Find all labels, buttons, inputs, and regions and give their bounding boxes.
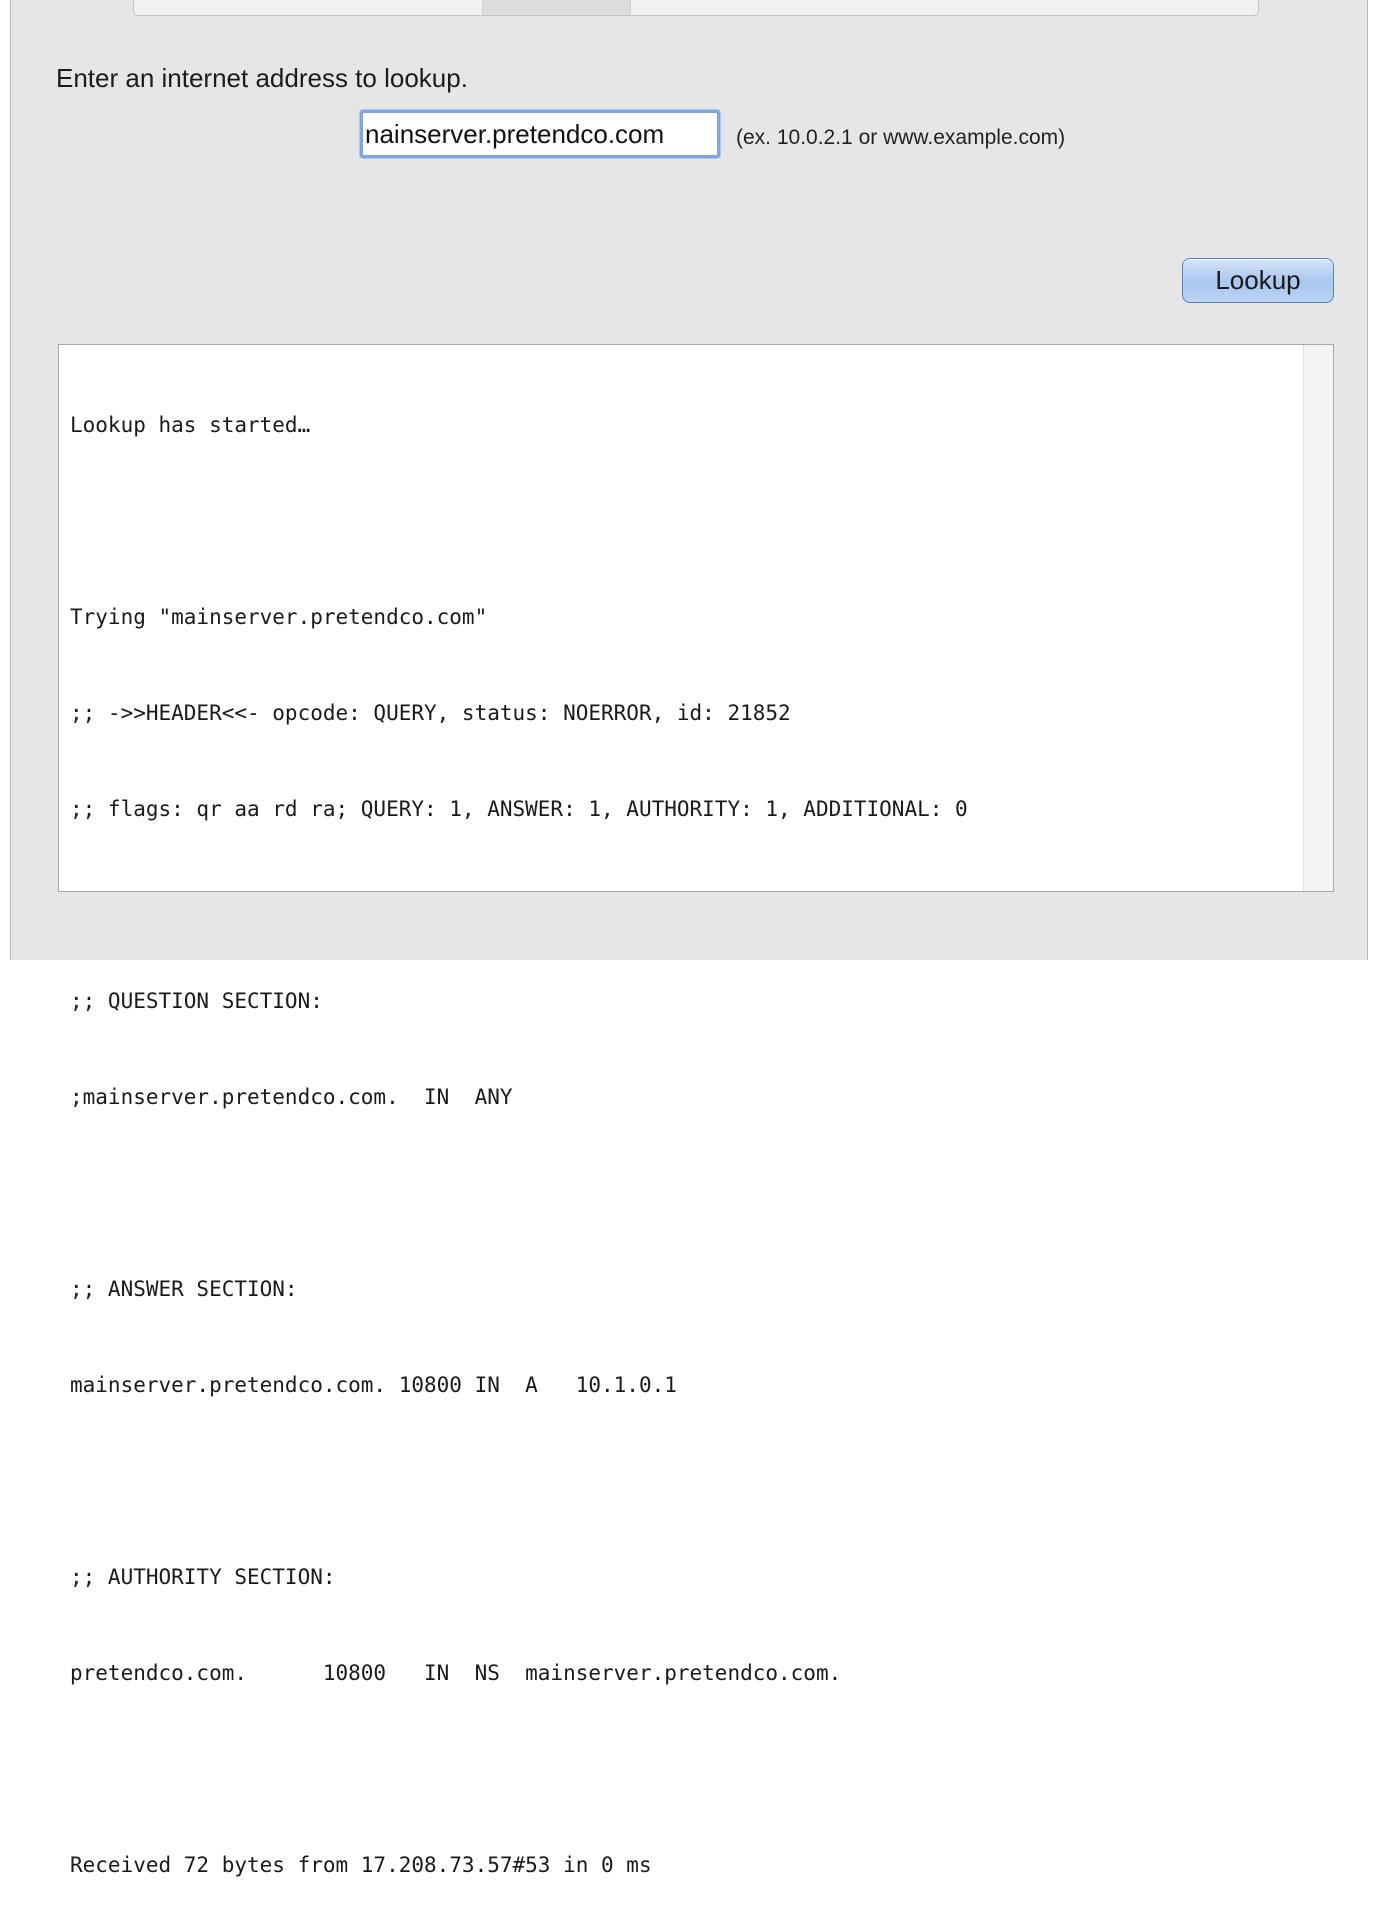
output-line: pretendco.com. 10800 IN NS mainserver.pr… xyxy=(70,1661,842,1685)
address-input[interactable] xyxy=(360,110,720,158)
tab-lookup[interactable] xyxy=(483,0,632,15)
lookup-output-area[interactable]: Lookup has started… Trying "mainserver.p… xyxy=(58,344,1334,1877)
output-scrollbar[interactable] xyxy=(1303,345,1333,891)
output-line: Received 72 bytes from 17.208.73.57#53 i… xyxy=(70,1853,652,1877)
lookup-prompt: Enter an internet address to lookup. xyxy=(56,63,468,93)
output-line: ;; flags: qr aa rd ra; QUERY: 1, ANSWER:… xyxy=(70,797,968,821)
tab-partial-right[interactable] xyxy=(631,0,1258,15)
output-line: ;; ->>HEADER<<- opcode: QUERY, status: N… xyxy=(70,701,791,725)
network-utility-window: Enter an internet address to lookup. (ex… xyxy=(10,0,1368,1877)
output-line: mainserver.pretendco.com. 10800 IN A 10.… xyxy=(70,1373,677,1397)
output-line: ;; ANSWER SECTION: xyxy=(70,1277,298,1301)
tab-bar xyxy=(133,0,1259,16)
output-line: Lookup has started… xyxy=(70,413,311,437)
output-line: ;; QUESTION SECTION: xyxy=(70,989,323,1013)
output-line: ;mainserver.pretendco.com. IN ANY xyxy=(70,1085,513,1109)
output-text: Lookup has started… Trying "mainserver.p… xyxy=(70,345,1290,1920)
lookup-button[interactable]: Lookup xyxy=(1182,258,1334,303)
output-line: Trying "mainserver.pretendco.com" xyxy=(70,605,488,629)
address-hint: (ex. 10.0.2.1 or www.example.com) xyxy=(736,126,1066,149)
tab-partial-left[interactable] xyxy=(134,0,484,15)
output-line: ;; AUTHORITY SECTION: xyxy=(70,1565,336,1589)
